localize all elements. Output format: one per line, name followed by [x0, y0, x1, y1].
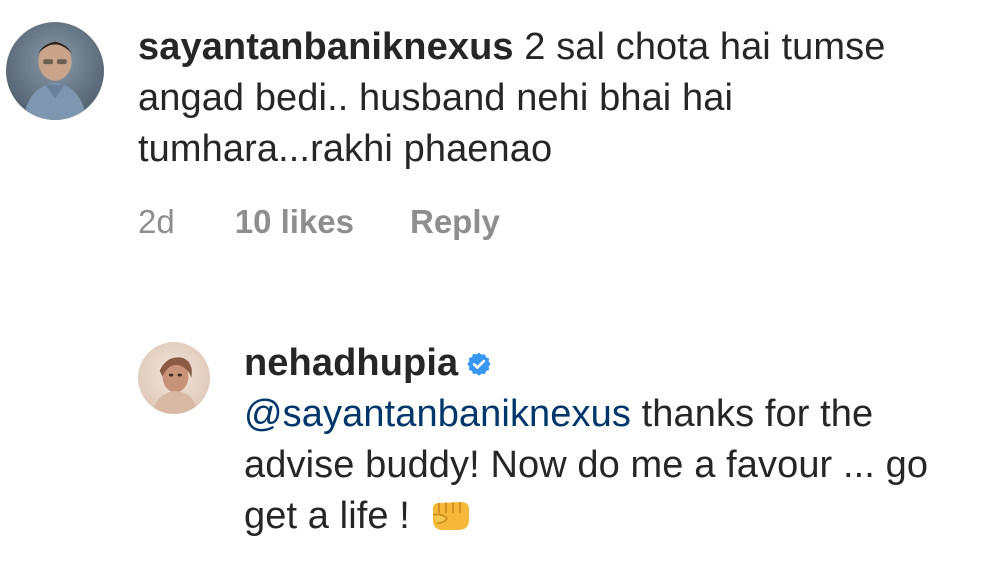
comment-username[interactable]: sayantanbaniknexus [138, 26, 514, 68]
comment-thread: sayantanbaniknexus 2 sal chota hai tumse… [0, 0, 1000, 565]
user-avatar-icon[interactable] [138, 342, 210, 414]
user-avatar-icon[interactable] [6, 22, 104, 120]
comment-time: 2d [138, 203, 175, 240]
reply-comment-item: nehadhupia @sayantanbaniknexus thanks fo… [138, 338, 988, 542]
fist-emoji-icon [427, 496, 473, 534]
reply-text-block: nehadhupia @sayantanbaniknexus thanks fo… [244, 338, 988, 542]
reply-button[interactable]: Reply [410, 203, 500, 241]
verified-badge-icon [466, 340, 492, 376]
comment-body: sayantanbaniknexus 2 sal chota hai tumse… [138, 22, 986, 241]
reply-body: nehadhupia @sayantanbaniknexus thanks fo… [244, 338, 988, 542]
comment-text-block: sayantanbaniknexus 2 sal chota hai tumse… [138, 22, 986, 175]
comment-meta: 2d 10 likes Reply [138, 203, 986, 241]
mention-link[interactable]: @sayantanbaniknexus [244, 393, 631, 435]
comment-item: sayantanbaniknexus 2 sal chota hai tumse… [6, 22, 986, 241]
reply-username[interactable]: nehadhupia [244, 342, 458, 384]
comment-likes[interactable]: 10 likes [235, 203, 354, 241]
